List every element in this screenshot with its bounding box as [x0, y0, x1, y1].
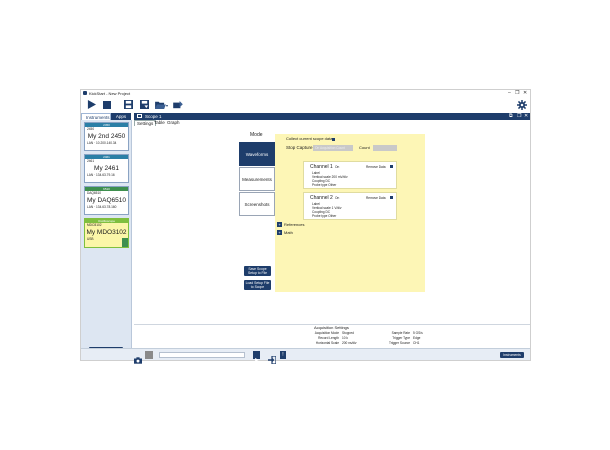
stop-capture-label: Stop Capture — [286, 145, 313, 150]
scope-icon — [137, 114, 142, 118]
scope-title[interactable]: Scope 1 — [145, 113, 162, 120]
open-folder-icon[interactable] — [153, 98, 167, 111]
acq-value: Edge — [413, 336, 421, 340]
acq-label: Trigger Type — [392, 336, 410, 340]
stop-icon[interactable] — [100, 98, 114, 111]
count-input[interactable] — [373, 145, 397, 151]
popout-icon[interactable]: ⧉ — [509, 113, 513, 120]
channel-1-remove-label: Remove Data — [366, 165, 386, 169]
channel-1-card: Channel 1 On Remove Data Label Vertical … — [303, 161, 397, 189]
close-icon[interactable]: ✕ — [524, 113, 528, 120]
window-title: KickStart - New Project — [89, 91, 131, 96]
card-name: My 2nd 2450 — [87, 132, 126, 140]
tab-apps[interactable]: Apps — [111, 113, 131, 120]
load-setup-file-button[interactable]: Load Setup File to Scope — [244, 280, 271, 290]
channel-1-title: Channel 1 — [310, 164, 333, 170]
references-label[interactable]: References — [284, 222, 304, 227]
waveform-settings-panel: Collect current scope data Stop Capture … — [275, 134, 425, 292]
channel-1-remove-checkbox[interactable] — [390, 165, 393, 168]
channel-2-remove-checkbox[interactable] — [390, 196, 393, 199]
app-logo-icon — [83, 91, 87, 95]
toolbar: ▾ — [81, 97, 530, 113]
math-label[interactable]: Math — [284, 230, 293, 235]
instruments-button[interactable]: Instruments — [500, 352, 524, 358]
acq-value: 5 GS/s — [413, 331, 423, 335]
card-name: My MDO3102 — [86, 228, 127, 236]
acq-label: Horizontal Scale — [315, 341, 339, 345]
acq-value: 200 ns/div — [342, 341, 357, 345]
channel-2-field: Probe type Other — [312, 214, 337, 218]
save-scope-setup-button[interactable]: Save Scope Setup to File — [244, 266, 271, 276]
settings-content: Mode Waveforms Measurements Screenshots … — [134, 126, 530, 324]
instrument-card-daq6510[interactable]: 6510 DAQ6510 My DAQ6510 LAN · 134.63.78.… — [84, 186, 129, 215]
play-icon[interactable] — [84, 98, 98, 111]
login-icon[interactable] — [268, 351, 277, 365]
acq-value: Stopped — [342, 331, 354, 335]
collect-checkbox[interactable] — [332, 138, 335, 141]
scope-tab-bar: Scope 1 ⧉ ❐ ✕ — [134, 113, 530, 120]
channel-1-field: Probe type Other — [312, 183, 337, 187]
minimize-button[interactable]: – — [508, 90, 511, 97]
acq-value: 10 k — [342, 336, 349, 340]
card-address: LAN · 134.63.78.160 — [87, 204, 117, 209]
instrument-card-mdo3102[interactable]: Oscilloscope MDO3102 My MDO3102 USB — [84, 218, 129, 248]
channel-2-state: On — [335, 196, 340, 200]
maximize-button[interactable]: ❐ — [515, 90, 519, 97]
camera-icon[interactable] — [134, 351, 142, 364]
save-as-icon[interactable] — [137, 98, 151, 111]
close-button[interactable]: ✕ — [523, 90, 527, 97]
mode-measurements-button[interactable]: Measurements — [239, 167, 275, 191]
restore-icon[interactable]: ❐ — [517, 113, 521, 120]
acq-value: CH1 — [413, 341, 420, 345]
card-address: LAN · 134.63.79.16 — [87, 172, 115, 177]
card-address: LAN · 10.200.140.34 — [87, 140, 117, 145]
app-window: KickStart - New Project – ❐ ✕ ▾ Instrume… — [80, 89, 531, 365]
stop-capture-select[interactable]: On Acquisition Count — [313, 145, 353, 151]
count-label: Count — [359, 145, 370, 150]
acq-label: Trigger Source — [389, 341, 410, 345]
channel-2-title: Channel 2 — [310, 195, 333, 201]
save-icon[interactable] — [121, 98, 135, 111]
title-bar: KickStart - New Project – ❐ ✕ — [81, 90, 530, 97]
channel-2-card: Channel 2 On Remove Data Label Vertical … — [303, 192, 397, 220]
acquisition-settings: Acquisition Settings Acquisition Mode St… — [134, 324, 530, 348]
footer-bar: ! Instruments — [81, 348, 530, 365]
acq-label: Sample Rate — [391, 331, 410, 335]
info-icon[interactable]: ! — [280, 351, 286, 359]
instrument-card-2461[interactable]: 2461 2461 My 2461 LAN · 134.63.79.16 — [84, 154, 129, 183]
acq-label: Acquisition Mode — [314, 331, 339, 335]
mode-label: Mode — [250, 132, 263, 138]
chevron-down-icon[interactable]: ▾ — [166, 103, 168, 108]
card-name: My 2461 — [94, 164, 119, 172]
progress-bar — [159, 352, 245, 358]
mode-waveforms-button[interactable]: Waveforms — [239, 142, 275, 166]
channel-1-state: On — [335, 165, 340, 169]
collect-label: Collect current scope data — [286, 136, 333, 141]
connection-status-icon — [122, 238, 128, 247]
gear-icon[interactable] — [515, 98, 529, 111]
export-icon[interactable] — [171, 98, 185, 111]
tab-instruments[interactable]: Instruments — [81, 113, 111, 120]
instrument-card-2450[interactable]: 2450 2450 My 2nd 2450 LAN · 10.200.140.3… — [84, 122, 129, 151]
channel-2-remove-label: Remove Data — [366, 196, 386, 200]
acq-label: Record Length — [318, 336, 339, 340]
mode-screenshots-button[interactable]: Screenshots — [239, 192, 275, 216]
play-small-icon[interactable] — [253, 351, 260, 363]
instrument-sidebar: 2450 2450 My 2nd 2450 LAN · 10.200.140.3… — [81, 120, 132, 360]
math-expand-icon[interactable]: + — [277, 230, 282, 235]
card-name: My DAQ6510 — [86, 196, 127, 204]
stop-square-icon[interactable] — [145, 351, 153, 359]
references-expand-icon[interactable]: + — [277, 222, 282, 227]
acquisition-title: Acquisition Settings — [314, 325, 349, 330]
